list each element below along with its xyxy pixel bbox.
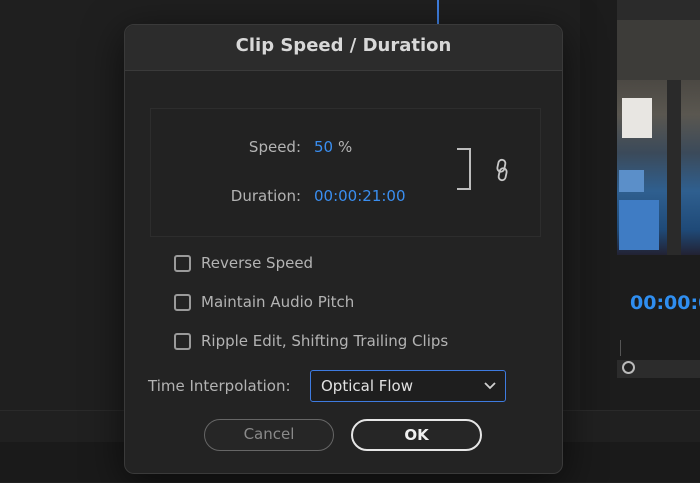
cancel-button[interactable]: Cancel <box>204 419 334 451</box>
chevron-down-icon <box>484 382 496 390</box>
scrub-handle[interactable] <box>622 361 635 374</box>
checkbox-label: Ripple Edit, Shifting Trailing Clips <box>201 332 449 350</box>
time-interpolation-label: Time Interpolation: <box>148 377 291 395</box>
preview-region <box>619 170 644 192</box>
link-icon[interactable] <box>494 158 510 182</box>
preview-region <box>622 98 652 138</box>
preview-region <box>617 0 700 20</box>
duration-label: Duration: <box>230 187 301 205</box>
link-bracket <box>457 148 471 190</box>
preview-region <box>667 80 681 255</box>
speed-value[interactable]: 50 <box>314 138 333 156</box>
dialog-title-bar[interactable]: Clip Speed / Duration <box>125 25 562 71</box>
checkbox-box[interactable] <box>174 255 191 272</box>
preview-region <box>617 20 700 80</box>
playhead-line[interactable] <box>437 0 439 24</box>
speed-unit: % <box>338 138 353 156</box>
checkbox-box[interactable] <box>174 294 191 311</box>
speed-duration-group <box>150 108 541 237</box>
checkbox-label: Reverse Speed <box>201 254 314 272</box>
video-preview <box>617 0 700 255</box>
dialog-title: Clip Speed / Duration <box>235 35 452 56</box>
checkbox-box[interactable] <box>174 333 191 350</box>
scrub-tick <box>620 340 621 356</box>
ok-button[interactable]: OK <box>351 419 482 451</box>
select-value: Optical Flow <box>321 377 413 395</box>
program-timecode[interactable]: 00:00:0 <box>630 292 700 314</box>
clip-speed-dialog: Clip Speed / Duration Speed: 50 % Durati… <box>124 24 563 474</box>
duration-value[interactable]: 00:00:21:00 <box>314 187 406 205</box>
speed-label: Speed: <box>248 138 301 156</box>
preview-region <box>619 200 659 250</box>
checkbox-label: Maintain Audio Pitch <box>201 293 355 311</box>
time-interpolation-select[interactable]: Optical Flow <box>310 370 506 402</box>
